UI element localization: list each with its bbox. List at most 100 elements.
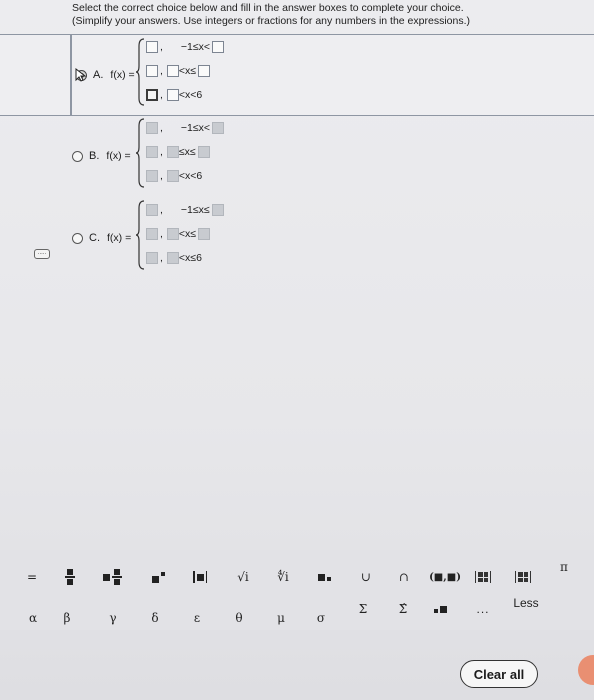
delta-button[interactable]: δ bbox=[146, 607, 164, 629]
choice-c[interactable]: C. f(x) = bbox=[72, 232, 135, 244]
choice-a-fx: f(x) = bbox=[110, 69, 135, 81]
answer-box[interactable] bbox=[166, 89, 179, 101]
choice-a-row-3: , <x<6 bbox=[146, 89, 202, 101]
answer-box[interactable] bbox=[166, 146, 179, 158]
union-button[interactable]: ∪ bbox=[356, 566, 376, 588]
brace-b bbox=[135, 118, 145, 188]
ellipsis-label: ... bbox=[476, 602, 490, 616]
equals-button[interactable]: = bbox=[22, 566, 42, 588]
sqrt-button[interactable]: √i bbox=[232, 566, 254, 588]
absolute-value-button[interactable] bbox=[188, 566, 212, 588]
choice-c-row-2: , <x≤ bbox=[146, 228, 211, 240]
instructions-line-2: (Simplify your answers. Use integers or … bbox=[72, 15, 470, 27]
summation-button[interactable]: Σ bbox=[354, 598, 372, 620]
answer-box[interactable] bbox=[198, 228, 211, 240]
answer-box[interactable] bbox=[146, 65, 158, 77]
condition: <x≤ bbox=[178, 228, 197, 240]
less-button[interactable]: Less bbox=[508, 592, 544, 614]
interval-button[interactable]: (■,■) bbox=[429, 566, 461, 588]
equals-label: = bbox=[26, 570, 38, 584]
mixed-number-button[interactable] bbox=[100, 566, 124, 588]
condition: <x≤ bbox=[178, 65, 197, 77]
choice-a-letter: A. bbox=[93, 69, 104, 81]
choice-c-fx: f(x) = bbox=[107, 232, 132, 244]
superscript-button[interactable] bbox=[148, 566, 168, 588]
gamma-label: γ bbox=[109, 611, 117, 625]
answer-box[interactable] bbox=[211, 204, 224, 216]
cursor-icon bbox=[75, 68, 87, 82]
choice-b[interactable]: B. f(x) = bbox=[72, 150, 135, 162]
condition: −1≤x≤ bbox=[180, 204, 210, 216]
answer-box[interactable] bbox=[146, 204, 158, 216]
clear-all-button[interactable]: Clear all bbox=[460, 660, 538, 688]
answer-box[interactable] bbox=[146, 41, 158, 53]
answer-box[interactable] bbox=[166, 170, 179, 182]
condition: <x≤6 bbox=[178, 252, 202, 264]
answer-box[interactable] bbox=[212, 41, 225, 53]
choice-a-row-2: , <x≤ bbox=[146, 65, 211, 77]
theta-label: θ bbox=[235, 611, 243, 625]
beta-button[interactable]: β bbox=[58, 607, 76, 629]
absolute-value-icon bbox=[193, 571, 207, 583]
matrix-2-button[interactable] bbox=[512, 566, 534, 588]
answer-box[interactable] bbox=[166, 65, 179, 77]
answer-box[interactable] bbox=[197, 146, 210, 158]
sqrt-icon: √i bbox=[237, 570, 249, 584]
nth-root-button[interactable]: ∜i bbox=[272, 566, 294, 588]
more-options-tab[interactable]: ..... bbox=[34, 249, 50, 259]
theta-button[interactable]: θ bbox=[230, 607, 248, 629]
choice-a-row-1: , −1≤x< bbox=[146, 41, 225, 53]
pi-button[interactable]: π bbox=[554, 556, 574, 578]
answer-box[interactable] bbox=[146, 228, 158, 240]
condition: <x<6 bbox=[178, 89, 203, 101]
answer-box[interactable] bbox=[146, 146, 158, 158]
beta-label: β bbox=[63, 611, 71, 625]
answer-box[interactable] bbox=[166, 252, 179, 264]
fraction-button[interactable] bbox=[60, 566, 80, 588]
epsilon-label: ε bbox=[193, 611, 201, 625]
dot-exponent-button[interactable] bbox=[430, 598, 450, 620]
summation-limits-button[interactable]: Σ̂ bbox=[394, 598, 412, 620]
alpha-button[interactable]: α bbox=[24, 607, 42, 629]
mu-button[interactable]: μ bbox=[272, 607, 290, 629]
radio-c[interactable] bbox=[72, 232, 83, 244]
choice-c-letter: C. bbox=[89, 232, 100, 244]
matrix-icon bbox=[475, 571, 491, 583]
answer-box[interactable] bbox=[198, 65, 211, 77]
union-icon: ∪ bbox=[360, 570, 372, 584]
condition: ≤x≤ bbox=[178, 146, 196, 158]
answer-box[interactable] bbox=[146, 170, 158, 182]
answer-box[interactable] bbox=[146, 252, 158, 264]
sigma-label: σ bbox=[316, 611, 326, 625]
dot-exponent-icon bbox=[433, 605, 447, 613]
condition: −1≤x< bbox=[180, 122, 211, 134]
sigma-button[interactable]: σ bbox=[312, 607, 330, 629]
interval-icon: (■,■) bbox=[429, 571, 461, 583]
radio-b[interactable] bbox=[72, 150, 83, 162]
intersection-button[interactable]: ∩ bbox=[394, 566, 414, 588]
alpha-label: α bbox=[28, 611, 38, 625]
answer-box-focused[interactable] bbox=[146, 89, 158, 101]
ellipsis-button[interactable]: ... bbox=[472, 598, 494, 620]
choice-divider bbox=[70, 34, 72, 116]
matrix-button[interactable] bbox=[472, 566, 494, 588]
answer-box[interactable] bbox=[166, 228, 179, 240]
choice-b-row-3: , <x<6 bbox=[146, 170, 202, 182]
gamma-button[interactable]: γ bbox=[104, 607, 122, 629]
delta-label: δ bbox=[151, 611, 159, 625]
choice-c-row-3: , <x≤6 bbox=[146, 252, 202, 264]
answer-box[interactable] bbox=[146, 122, 158, 134]
epsilon-button[interactable]: ε bbox=[188, 607, 206, 629]
math-toolbar bbox=[0, 550, 594, 630]
subscript-button[interactable] bbox=[314, 566, 334, 588]
instructions-line-1: Select the correct choice below and fill… bbox=[72, 2, 464, 14]
answer-box[interactable] bbox=[212, 122, 225, 134]
summation-label: Σ bbox=[358, 602, 368, 616]
fraction-icon bbox=[65, 568, 75, 586]
subscript-icon bbox=[317, 573, 331, 581]
matrix-2-icon bbox=[515, 571, 531, 583]
brace-c bbox=[135, 200, 145, 270]
nth-root-icon: ∜i bbox=[277, 570, 289, 584]
mu-label: μ bbox=[277, 611, 285, 625]
choice-b-row-2: , ≤x≤ bbox=[146, 146, 210, 158]
